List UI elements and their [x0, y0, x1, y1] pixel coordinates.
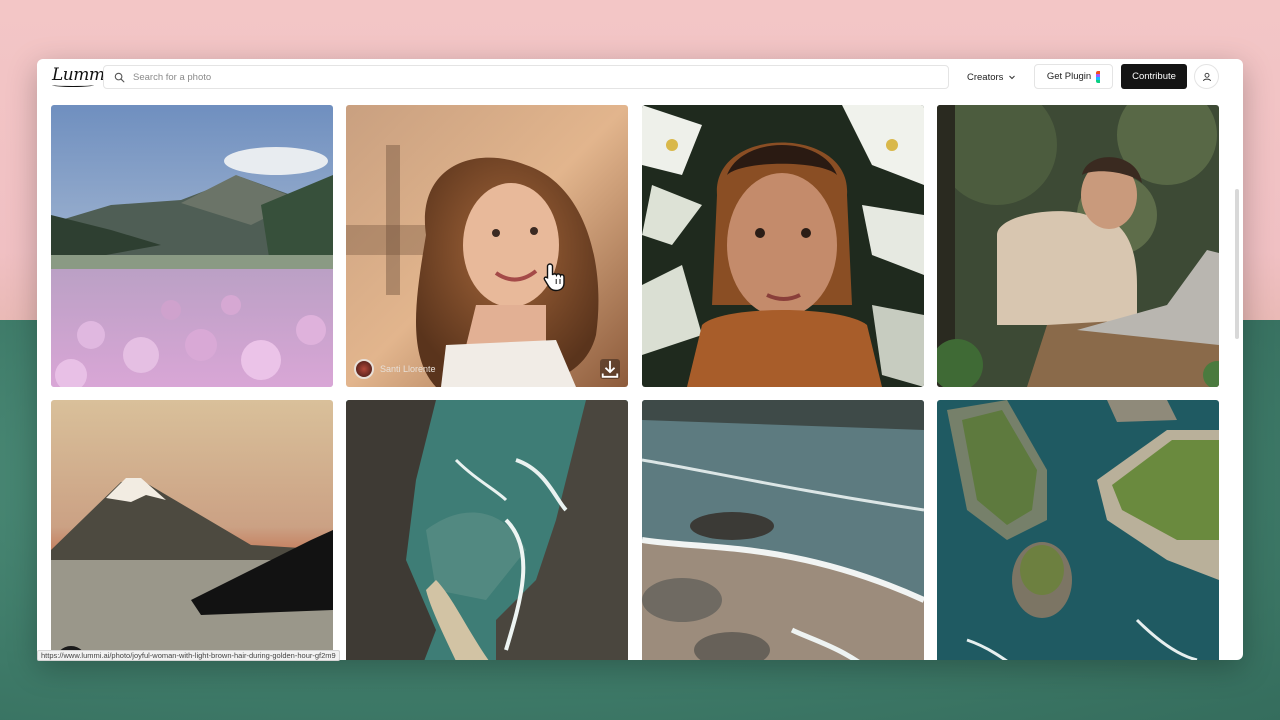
top-navigation-bar: Lummi Creators Get Plugin Contrib [37, 59, 1243, 95]
creators-dropdown[interactable]: Creators [957, 65, 1026, 89]
creators-label: Creators [967, 71, 1004, 83]
search-icon [114, 72, 125, 82]
lummi-logo[interactable]: Lummi [52, 65, 110, 85]
creator-name: Santi Llorente [380, 364, 436, 374]
photo-mountain-painting [51, 400, 333, 660]
user-account-button[interactable] [1194, 64, 1219, 89]
photo-credit[interactable]: Santi Llorente [354, 359, 436, 379]
photo-card-woman-with-lilies[interactable] [642, 105, 924, 387]
figma-icon [1096, 70, 1101, 83]
photo-card-coastal-cliffs[interactable] [346, 400, 628, 660]
link-status-url: https://www.lummi.ai/photo/joyful-woman-… [37, 650, 340, 661]
photo-islands-aerial [937, 400, 1219, 660]
download-button[interactable] [600, 359, 620, 379]
photo-card-mountain-flower-field[interactable] [51, 105, 333, 387]
photo-card-beach-rocks[interactable] [642, 400, 924, 660]
photo-beach-rocks [642, 400, 924, 660]
get-plugin-button[interactable]: Get Plugin [1034, 64, 1113, 89]
download-icon [601, 360, 619, 378]
photo-card-woman-light-brown-hair[interactable]: Santi Llorente [346, 105, 628, 387]
creator-avatar [354, 359, 374, 379]
photo-mountain-flower-field [51, 105, 333, 387]
photo-woman-light-brown-hair [346, 105, 628, 387]
chevron-down-icon [1009, 75, 1016, 80]
contribute-button[interactable]: Contribute [1121, 64, 1187, 89]
hand-cursor-icon [543, 263, 565, 292]
get-plugin-label: Get Plugin [1046, 71, 1092, 82]
photo-woman-with-lilies [642, 105, 924, 387]
photo-card-mountain-painting[interactable] [51, 400, 333, 660]
search-bar[interactable] [103, 65, 949, 89]
page-scrollbar[interactable] [1235, 189, 1239, 339]
photo-card-man-with-laptop[interactable] [937, 105, 1219, 387]
user-icon [1202, 72, 1211, 81]
photo-coastal-cliffs [346, 400, 628, 660]
photo-man-with-laptop [937, 105, 1219, 387]
search-input[interactable] [133, 71, 913, 83]
browser-window: Lummi Creators Get Plugin Contrib [37, 59, 1243, 660]
photo-card-islands-aerial[interactable] [937, 400, 1219, 660]
logo-swoosh [52, 83, 94, 87]
